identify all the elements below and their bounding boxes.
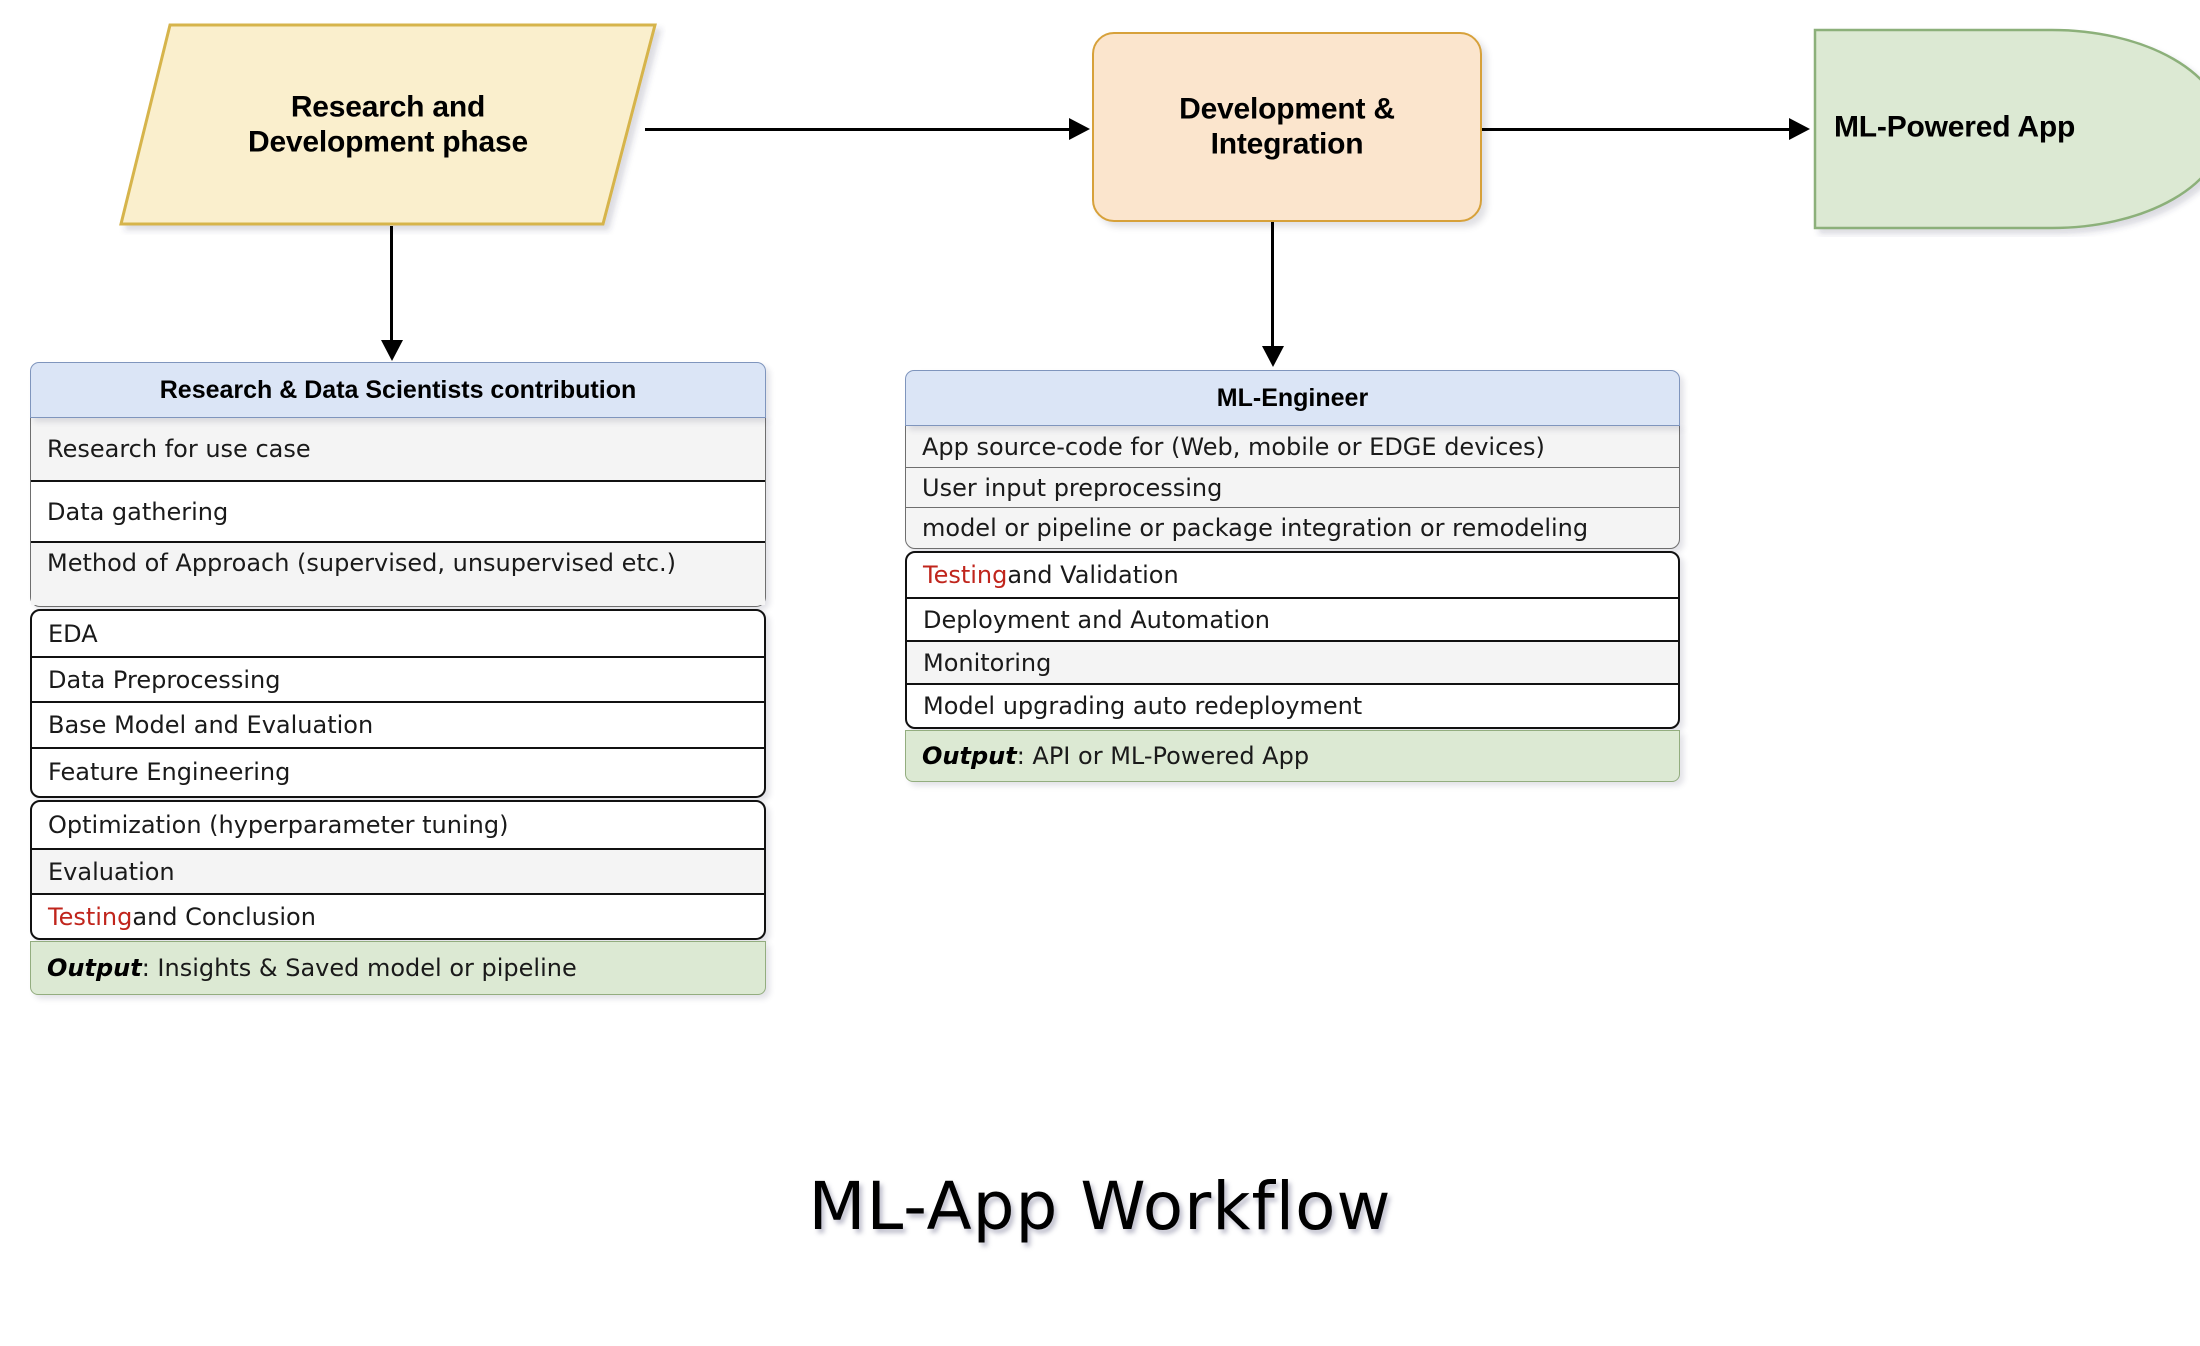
table-row-emphasis: Testing <box>48 902 133 931</box>
table-header: Research & Data Scientists contribution <box>30 362 766 418</box>
half-stadium-shape <box>1813 28 2200 230</box>
edge-dev-to-table2 <box>1271 222 1274 350</box>
edge-rd-to-dev <box>645 128 1070 131</box>
table-row-text: and Conclusion <box>132 902 316 931</box>
output-text: : API or ML-Powered App <box>1016 742 1310 770</box>
table-row-emphasis: Testing <box>923 561 1008 589</box>
table-row[interactable]: Base Model and Evaluation <box>32 701 764 747</box>
output-label: Output <box>922 742 1017 770</box>
edge-dev-to-table2-arrowhead <box>1262 346 1284 367</box>
table-row[interactable]: Evaluation <box>32 848 764 893</box>
parallelogram-shape <box>119 23 657 226</box>
table-row[interactable]: Data Preprocessing <box>32 656 764 701</box>
node-research-and-development-phase[interactable]: Research and Development phase <box>118 22 658 227</box>
table-output-row[interactable]: Output: Insights & Saved model or pipeli… <box>30 941 766 995</box>
table-row-testing-and-validation[interactable]: Testing and Validation <box>907 553 1678 597</box>
table-row[interactable]: Deployment and Automation <box>907 597 1678 640</box>
table-row[interactable]: App source-code for (Web, mobile or EDGE… <box>906 426 1679 467</box>
edge-dev-to-app <box>1482 128 1790 131</box>
edge-rd-to-table1-arrowhead <box>381 340 403 361</box>
edge-rd-to-table1 <box>390 226 393 344</box>
table-group: Optimization (hyperparameter tuning) Eva… <box>30 800 766 940</box>
node-ml-powered-app[interactable]: ML-Powered App <box>1812 27 2200 230</box>
output-text: : Insights & Saved model or pipeline <box>141 954 577 982</box>
table-row[interactable]: Feature Engineering <box>32 747 764 795</box>
table-group: Testing and Validation Deployment and Au… <box>905 551 1680 729</box>
table-row[interactable]: Optimization (hyperparameter tuning) <box>32 802 764 848</box>
table-row-testing-and-conclusion[interactable]: Testing and Conclusion <box>32 893 764 938</box>
edge-rd-to-dev-arrowhead <box>1069 118 1090 140</box>
table-row[interactable]: Monitoring <box>907 640 1678 683</box>
table-row[interactable]: Data gathering <box>31 480 765 541</box>
output-label: Output <box>47 954 142 982</box>
table-row[interactable]: Research for use case <box>31 418 765 480</box>
table-group: App source-code for (Web, mobile or EDGE… <box>905 425 1680 549</box>
output-cell: Output: API or ML-Powered App <box>906 731 1679 781</box>
node-label-line1: Development & <box>1179 92 1395 126</box>
table-group: Research for use case Data gathering Met… <box>30 417 766 607</box>
table-research-data-scientists: Research & Data Scientists contribution … <box>30 362 766 995</box>
node-development-and-integration[interactable]: Development & Integration <box>1092 32 1482 222</box>
table-group: EDA Data Preprocessing Base Model and Ev… <box>30 609 766 798</box>
table-row[interactable]: User input preprocessing <box>906 467 1679 507</box>
table-row[interactable]: model or pipeline or package integration… <box>906 507 1679 547</box>
edge-dev-to-app-arrowhead <box>1789 118 1810 140</box>
output-cell: Output: Insights & Saved model or pipeli… <box>31 942 765 994</box>
table-row-text: and Validation <box>1007 561 1179 589</box>
table-ml-engineer: ML-Engineer App source-code for (Web, mo… <box>905 370 1680 782</box>
diagram-caption: ML-App Workflow <box>808 1168 1392 1245</box>
node-label: Development & Integration <box>1094 92 1480 163</box>
table-row[interactable]: Model upgrading auto redeployment <box>907 683 1678 727</box>
table-output-row[interactable]: Output: API or ML-Powered App <box>905 730 1680 782</box>
table-row[interactable]: Method of Approach (supervised, unsuperv… <box>31 541 765 605</box>
table-header: ML-Engineer <box>905 370 1680 426</box>
node-label-line2: Integration <box>1210 128 1364 161</box>
table-row[interactable]: EDA <box>32 611 764 656</box>
